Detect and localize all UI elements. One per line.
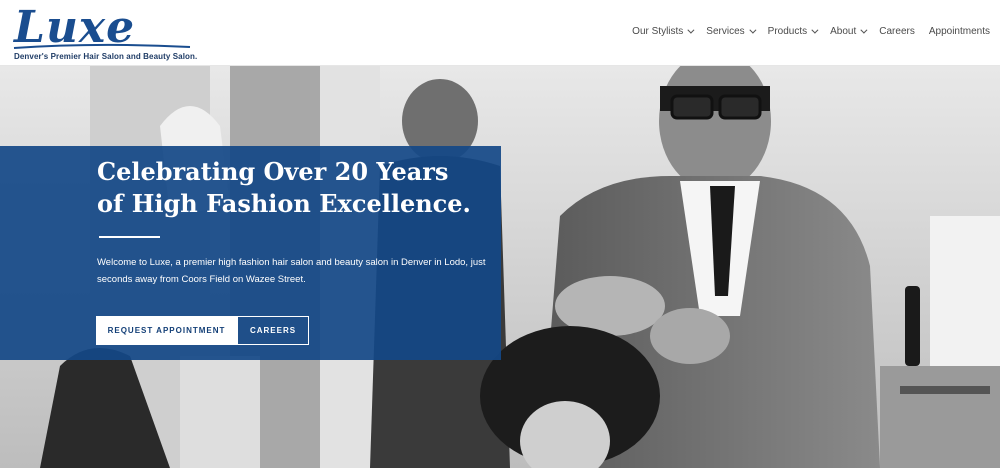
nav-item-label: Products <box>767 25 808 37</box>
careers-button[interactable]: CAREERS <box>237 316 309 345</box>
chevron-down-icon <box>811 26 819 34</box>
chevron-down-icon <box>687 26 695 34</box>
chevron-down-icon <box>749 26 757 34</box>
tagline: Denver's Premier Hair Salon and Beauty S… <box>14 52 198 61</box>
nav-item-products[interactable]: Products <box>767 24 819 38</box>
hero-section: Celebrating Over 20 Years of High Fashio… <box>0 66 1000 468</box>
main-nav: Our Stylists Services Products About Car… <box>618 24 990 38</box>
nav-item-label: Careers <box>879 25 915 37</box>
chevron-down-icon <box>860 26 868 34</box>
nav-item-appointments[interactable]: Appointments <box>929 24 990 38</box>
nav-item-label: About <box>830 25 857 37</box>
nav-item-label: Our Stylists <box>632 25 684 37</box>
hero-buttons: REQUEST APPOINTMENT CAREERS <box>96 316 309 345</box>
nav-item-our-stylists[interactable]: Our Stylists <box>632 24 695 38</box>
nav-item-label: Appointments <box>928 25 990 37</box>
logo-swoosh-icon <box>13 43 191 49</box>
divider <box>99 236 160 238</box>
site-header: Luxe Denver's Premier Hair Salon and Bea… <box>0 0 1000 66</box>
hero-panel: Celebrating Over 20 Years of High Fashio… <box>0 146 501 360</box>
nav-item-label: Services <box>706 25 745 37</box>
nav-item-about[interactable]: About <box>830 24 868 38</box>
nav-item-careers[interactable]: Careers <box>879 24 915 38</box>
hero-title: Celebrating Over 20 Years of High Fashio… <box>97 157 471 218</box>
nav-item-services[interactable]: Services <box>706 24 757 38</box>
hero-description: Welcome to Luxe, a premier high fashion … <box>97 257 486 285</box>
request-appointment-button[interactable]: REQUEST APPOINTMENT <box>96 316 237 345</box>
